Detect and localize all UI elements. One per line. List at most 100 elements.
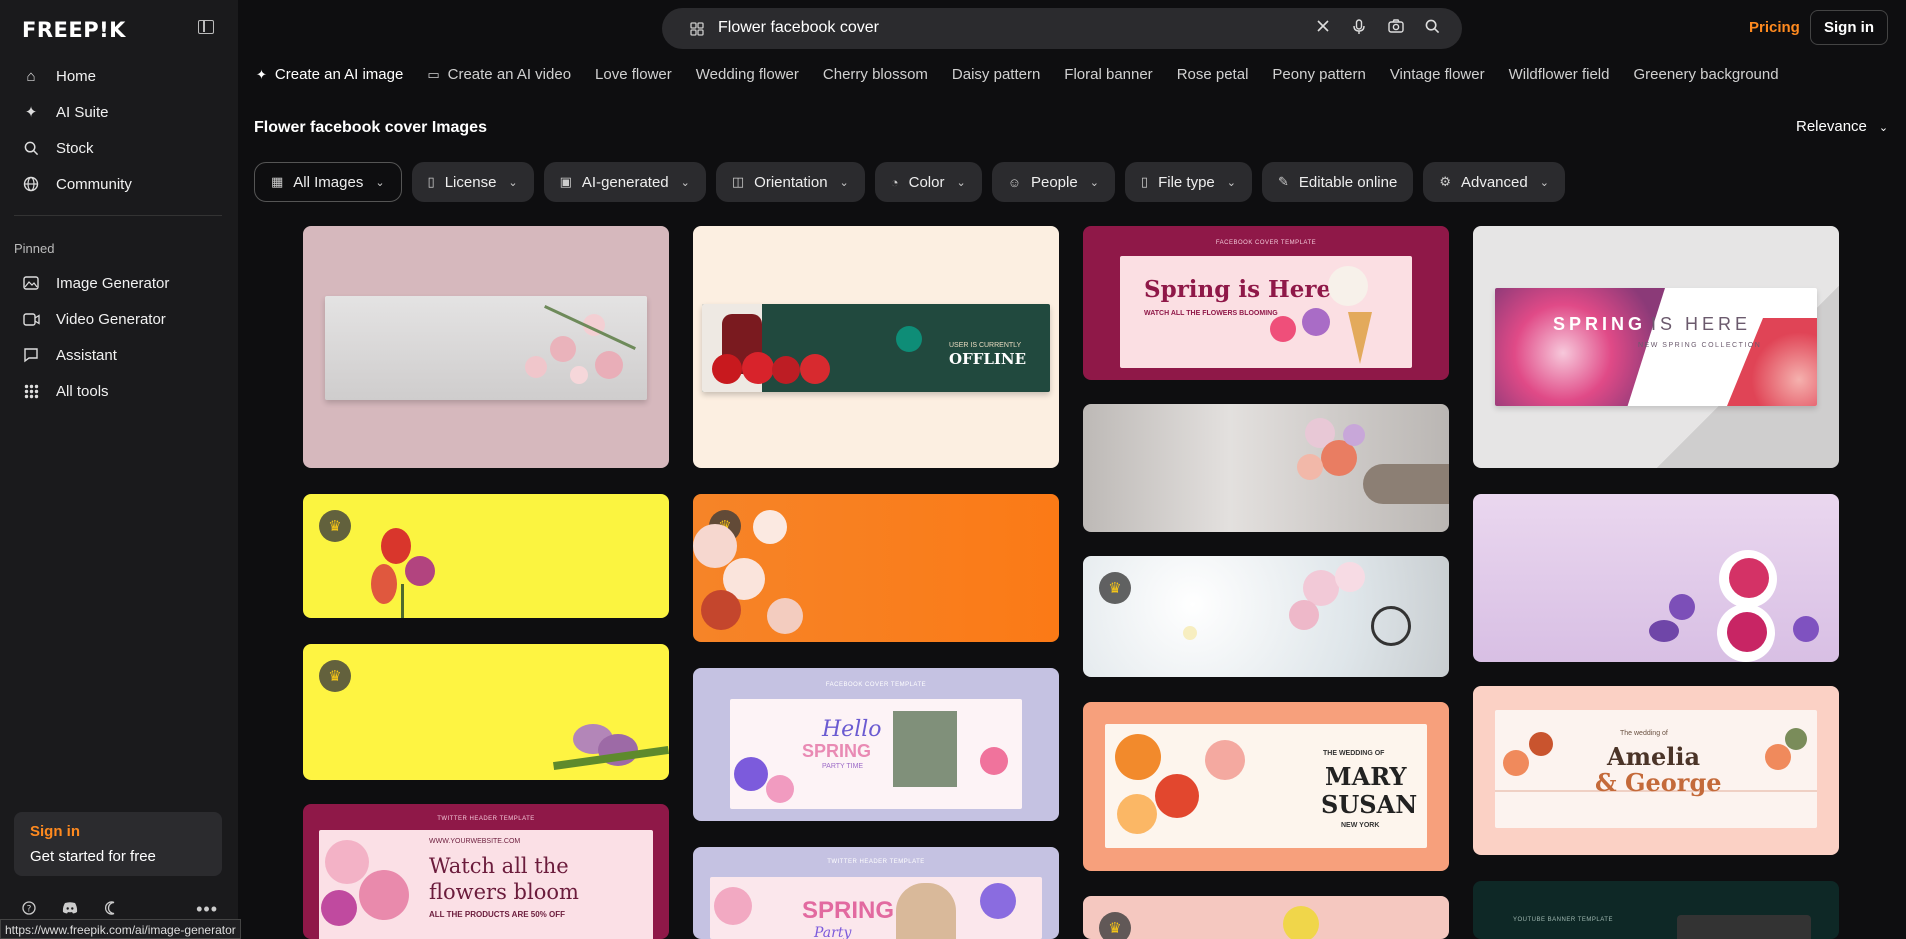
nav-label: Community [56,175,132,193]
freepik-logo[interactable]: FREEP!K [22,18,126,42]
premium-crown-icon: ♛ [1099,912,1131,939]
image-card[interactable]: User is currently OFFLINE [693,226,1059,468]
filter-people[interactable]: ☺ People ⌄ [991,162,1115,202]
image-card[interactable]: THE WEDDING OF MARY SUSAN NEW YORK [1083,702,1449,871]
pricing-link[interactable]: Pricing [1749,19,1800,36]
image-card[interactable] [1083,404,1449,532]
image-card[interactable]: ♛ [1083,556,1449,677]
suggestion-chip[interactable]: Wildflower field [1509,66,1610,83]
image-card[interactable]: TWITTER HEADER TEMPLATE SPRING Party [693,847,1059,939]
image-card[interactable]: ♛ [303,494,669,618]
filter-all-images[interactable]: ▦ All Images ⌄ [254,162,402,202]
image-card[interactable]: SPRING IS HERE NEW SPRING COLLECTION [1473,226,1839,468]
filter-ai-generated[interactable]: ▣ AI-generated ⌄ [543,162,706,202]
image-card[interactable]: FACEBOOK COVER TEMPLATE Hello SPRING PAR… [693,668,1059,821]
dark-mode-icon[interactable] [104,900,118,918]
filter-advanced[interactable]: ⚙ Advanced ⌄ [1423,162,1565,202]
video-icon [22,310,40,328]
filter-color[interactable]: ◔ Color ⌄ [874,162,982,202]
image-card[interactable]: ♛ [693,494,1059,642]
suggestion-chip[interactable]: Wedding flower [696,66,799,83]
suggestion-create-ai-image[interactable]: ✦ Create an AI image [256,66,403,83]
filter-orientation[interactable]: ◫ Orientation ⌄ [715,162,865,202]
card-subtitle: NEW SPRING COLLECTION [1638,342,1762,349]
suggestion-chip[interactable]: Floral banner [1064,66,1152,83]
card-title-part-2: IS HERE [1651,314,1752,334]
suggestion-create-ai-video[interactable]: ▭ Create an AI video [427,66,571,83]
card-preview: SPRING Party [710,877,1042,939]
chevron-down-icon: ⌄ [680,176,690,189]
search-icon [22,139,40,157]
card-subtitle: WATCH ALL THE FLOWERS BLOOMING [1144,310,1278,317]
filter-editable-online[interactable]: ✎ Editable online [1262,162,1414,202]
sidebar-signin-card[interactable]: Sign in Get started for free [14,812,222,876]
more-options-icon[interactable]: ••• [196,899,218,920]
sort-label: Relevance [1796,118,1867,135]
card-party: PARTY TIME [822,763,864,770]
card-preview [1283,906,1319,939]
card-spring: SPRING [802,897,895,924]
sparkle-icon: ✦ [24,104,38,121]
camera-icon[interactable] [1388,19,1404,38]
nav-label: All tools [56,382,109,400]
card-promo-text: ALL THE PRODUCTS ARE 50% OFF [429,910,566,919]
header-signin-button[interactable]: Sign in [1810,10,1888,45]
file-icon: ▯ [1140,174,1149,189]
image-card[interactable]: ♛ [303,644,669,780]
image-card[interactable] [1473,494,1839,662]
sort-dropdown[interactable]: Relevance ⌄ [1796,118,1888,135]
discord-icon[interactable] [62,901,78,917]
image-card[interactable]: The wedding of Amelia & George [1473,686,1839,855]
image-card[interactable]: TWITTER HEADER TEMPLATE WWW.YOURWEBSITE.… [303,804,669,939]
filter-bar: ▦ All Images ⌄ ▯ License ⌄ ▣ AI-generated ⌄ ◫ O… [254,162,1575,202]
nav-item-video-generator[interactable]: Video Generator [14,301,222,337]
suggestion-label: Create an AI video [447,66,572,83]
microphone-icon[interactable] [1353,19,1365,40]
image-card[interactable]: FACEBOOK COVER TEMPLATE Spring is Here! … [1083,226,1449,380]
suggestion-chip[interactable]: Cherry blossom [823,66,928,83]
sidebar-signin-link[interactable]: Sign in [30,823,206,840]
suggestion-chip[interactable]: Love flower [595,66,672,83]
nav-item-community[interactable]: Community [14,166,222,202]
suggestion-chip[interactable]: Daisy pattern [952,66,1040,83]
card-small-text: User is currently [949,342,1022,349]
search-bar [662,8,1462,49]
chevron-down-icon: ⌄ [1539,176,1549,189]
nav-item-assistant[interactable]: Assistant [14,337,222,373]
suggestion-chip[interactable]: Peony pattern [1272,66,1365,83]
card-hello: Hello [822,717,882,742]
suggestion-chip[interactable]: Rose petal [1177,66,1249,83]
chevron-down-icon: ⌄ [1089,176,1099,189]
card-preview: Spring is Here! WATCH ALL THE FLOWERS BL… [1120,256,1412,368]
nav-item-stock[interactable]: Stock [14,130,222,166]
image-card[interactable] [303,226,669,468]
filter-file-type[interactable]: ▯ File type ⌄ [1124,162,1252,202]
nav-item-home[interactable]: ⌂ Home [14,58,222,94]
card-preview: Hello SPRING PARTY TIME [730,699,1022,809]
image-card[interactable]: ♛ [1083,896,1449,939]
main-nav: ⌂ Home ✦ AI Suite Stock Community [14,58,222,202]
suggestion-chip[interactable]: Vintage flower [1390,66,1485,83]
palette-icon: ◔ [890,174,899,190]
card-small-text: The wedding of [1620,730,1668,737]
card-name-2: & George [1595,768,1722,797]
nav-item-image-generator[interactable]: Image Generator [14,265,222,301]
card-name-1: MARY [1325,762,1407,791]
template-header-label: FACEBOOK COVER TEMPLATE [1215,240,1317,246]
sidebar-collapse-icon[interactable] [198,20,214,34]
suggestion-chip[interactable]: Greenery background [1633,66,1778,83]
nav-item-ai-suite[interactable]: ✦ AI Suite [14,94,222,130]
image-card[interactable]: YOUTUBE BANNER TEMPLATE [1473,881,1839,939]
search-type-grid-icon[interactable] [690,22,704,39]
search-submit-icon[interactable] [1425,19,1440,39]
chevron-down-icon: ⌄ [1226,176,1236,189]
nav-item-all-tools[interactable]: All tools [14,373,222,409]
globe-icon [22,175,40,193]
filter-license[interactable]: ▯ License ⌄ [411,162,534,202]
card-party: Party [814,925,852,939]
help-icon[interactable]: ? [22,900,36,918]
clear-icon[interactable] [1316,19,1330,38]
search-input[interactable] [718,16,1278,40]
card-preview: WWW.YOURWEBSITE.COM Watch all the flower… [319,830,653,939]
card-preview: The wedding of Amelia & George [1495,710,1817,828]
